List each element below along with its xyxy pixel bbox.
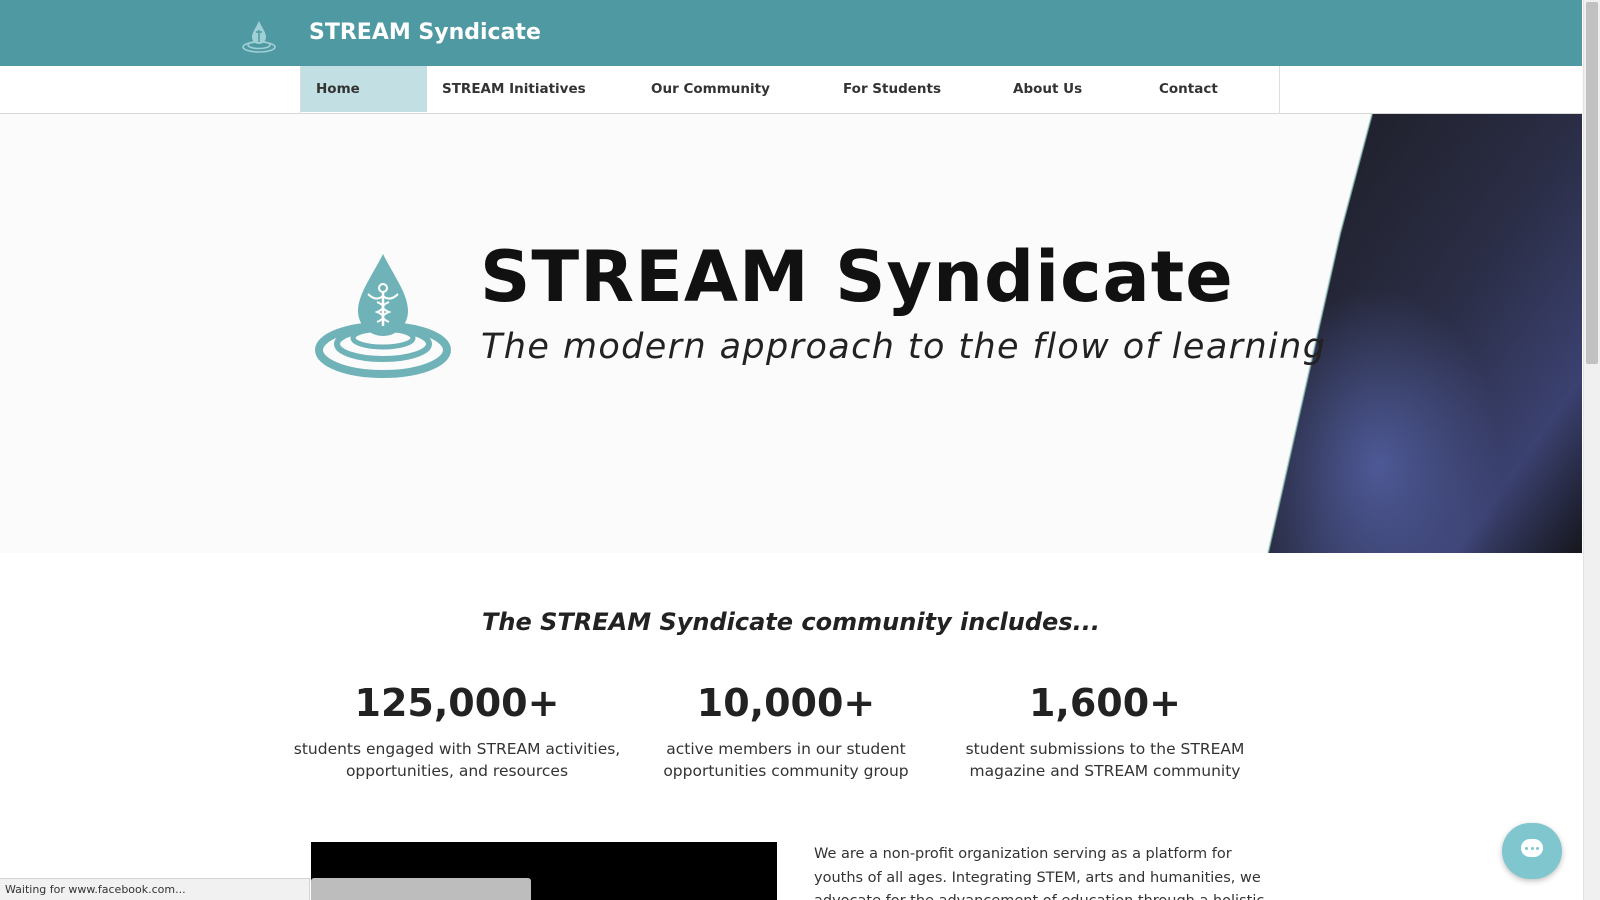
browser-status-bar: Waiting for www.facebook.com...	[0, 878, 310, 900]
chat-button[interactable]	[1502, 823, 1562, 879]
nav-item-for-students[interactable]: For Students	[843, 66, 941, 112]
hero-banner: STREAM Syndicate The modern approach to …	[0, 114, 1582, 553]
nav-item-about-us[interactable]: About Us	[1013, 66, 1082, 112]
site-header: STREAM Syndicate	[0, 0, 1582, 66]
stat-number: 10,000+	[696, 681, 876, 725]
stat-description: student submissions to the STREAM magazi…	[965, 740, 1245, 780]
nav-item-our-community[interactable]: Our Community	[651, 66, 770, 112]
nav-menu: Home STREAM Initiatives Our Community Fo…	[300, 66, 1280, 114]
nav-item-contact[interactable]: Contact	[1159, 66, 1218, 112]
page-scrollbar[interactable]	[1583, 0, 1600, 900]
about-paragraph: We are a non-profit organization serving…	[814, 846, 1264, 900]
stat-description: students engaged with STREAM activities,…	[293, 740, 621, 780]
hero-subtitle: The modern approach to the flow of learn…	[481, 327, 1327, 367]
stat-description: active members in our student opportunit…	[663, 740, 909, 780]
stat-number: 1,600+	[1028, 681, 1182, 725]
stat-students: 125,000+ students engaged with STREAM ac…	[292, 680, 622, 782]
stat-members: 10,000+ active members in our student op…	[621, 680, 951, 782]
nav-item-stream-initiatives[interactable]: STREAM Initiatives	[442, 66, 586, 112]
stat-submissions: 1,600+ student submissions to the STREAM…	[940, 680, 1270, 782]
hero-title: STREAM Syndicate	[480, 236, 1234, 318]
site-title[interactable]: STREAM Syndicate	[309, 20, 541, 45]
site-logo-icon[interactable]	[241, 18, 277, 54]
chat-bubble-icon	[1521, 839, 1543, 857]
hero-logo-icon	[315, 254, 451, 378]
status-overlay	[311, 878, 531, 900]
scrollbar-thumb[interactable]	[1586, 2, 1598, 364]
nav-item-home[interactable]: Home	[301, 66, 427, 112]
stat-number: 125,000+	[354, 681, 560, 725]
community-heading: The STREAM Syndicate community includes.…	[482, 608, 1100, 636]
main-nav: Home STREAM Initiatives Our Community Fo…	[0, 66, 1582, 114]
